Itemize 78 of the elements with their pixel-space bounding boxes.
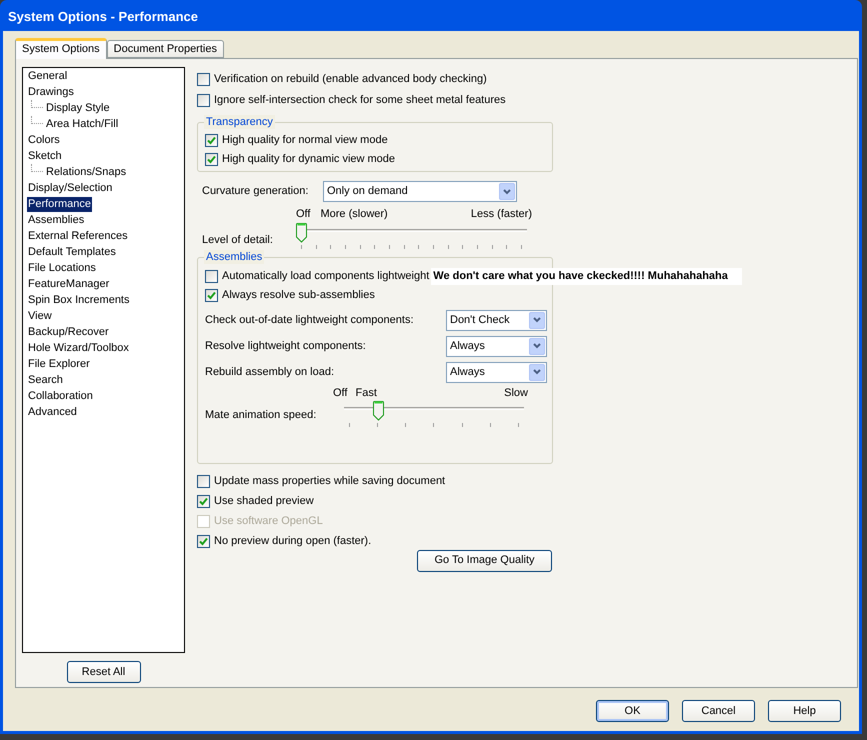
field-label: Rebuild assembly on load: [205,364,334,380]
slider-mark: Slow [504,386,528,400]
slider-mark: Off [296,207,310,222]
checkbox-label: Update mass properties while saving document [214,474,446,489]
dropdown[interactable]: Always [446,362,547,382]
button[interactable]: Cancel [682,700,755,722]
tree-item[interactable]: Display Style [45,100,111,116]
tree-item[interactable]: View [27,308,53,324]
tree-item[interactable]: Display/Selection [27,180,114,196]
checkbox-label: Automatically load components lightweight [222,268,430,284]
field-label: Check out-of-date lightweight components: [205,312,414,328]
tree-connector [31,164,43,172]
dropdown[interactable]: Only on demand [323,181,517,202]
window-title: System Options - Performance [8,8,198,26]
tree-connector [31,100,43,108]
button[interactable]: Help [768,700,841,722]
checkbox-label: Use shaded preview [214,494,314,509]
tab[interactable]: System Options [15,38,107,59]
tree-item[interactable]: File Explorer [27,356,91,372]
group-title: Assemblies [204,250,264,264]
button[interactable]: Go To Image Quality [417,550,552,572]
tree-connector [31,116,43,124]
tree-item[interactable]: Backup/Recover [27,324,110,340]
annotation-text: We don't care what you have ckecked!!!! Muhahahahaha [431,268,742,284]
checkbox[interactable] [197,534,210,548]
slider-mark: Fast [355,386,377,400]
tree-item[interactable]: Default Templates [27,244,117,260]
tree-item[interactable]: External References [27,228,129,244]
field-label: Level of detail: [202,232,274,248]
tree-item[interactable]: Colors [27,132,61,148]
checkmark-icon [199,496,208,506]
group-title: Transparency [204,115,275,129]
tree-item[interactable]: General [27,68,68,84]
checkmark-icon [207,290,216,300]
tree-item[interactable]: Assemblies [27,212,86,228]
slider-mark: More (slower) [320,207,388,222]
checkbox-label: Always resolve sub-assemblies [222,288,375,303]
dropdown[interactable]: Don't Check [446,310,547,330]
checkbox[interactable] [205,153,218,166]
slider-thumb[interactable] [372,401,384,421]
slider-thumb[interactable] [296,222,307,242]
slider-mark: Less (faster) [470,207,532,222]
tree-item[interactable]: Area Hatch/Fill [45,116,120,132]
tree-item[interactable]: Collaboration [27,388,94,404]
field-label: Mate animation speed: [205,408,318,423]
checkbox-label: Verification on rebuild (enable advanced body checking) [214,72,487,88]
checkbox[interactable] [205,270,218,282]
checkbox[interactable] [197,73,210,86]
tree-item[interactable]: FeatureManager [27,276,110,292]
button[interactable]: OK [596,700,669,722]
checkmark-icon [199,536,208,546]
checkbox-label: High quality for dynamic view mode [222,152,396,168]
checkbox-label: Ignore self-intersection check for some sheet metal features [214,93,506,108]
field-label: Curvature generation: [202,184,310,200]
tree-item[interactable]: File Locations [27,260,97,276]
checkmark-icon [207,136,216,145]
slider-mark: Off [333,386,348,400]
tree-item[interactable]: Hole Wizard/Toolbox [27,340,130,356]
tab[interactable]: Document Properties [106,40,224,58]
tree-item[interactable]: Relations/Snaps [45,164,128,180]
tree-item[interactable]: Spin Box Increments [27,292,130,308]
checkmark-icon [207,155,216,164]
checkbox-label: No preview during open (faster). [214,534,372,549]
tree-item[interactable]: Drawings [27,84,75,100]
tree-item[interactable]: Sketch [27,148,63,164]
checkbox-label: Use software OpenGL [214,514,323,529]
checkbox[interactable] [197,494,210,508]
checkbox[interactable] [197,474,210,488]
button[interactable]: Reset All [66,661,140,683]
checkbox[interactable] [205,134,218,147]
checkbox[interactable] [197,94,210,107]
tree-item[interactable]: Performance [27,196,92,212]
dropdown[interactable]: Always [446,336,547,356]
field-label: Resolve lightweight components: [205,338,366,354]
tree-item[interactable]: Search [27,372,64,388]
checkbox[interactable] [205,288,218,302]
checkbox-label: High quality for normal view mode [222,133,388,148]
tree-item[interactable]: Advanced [27,404,78,420]
